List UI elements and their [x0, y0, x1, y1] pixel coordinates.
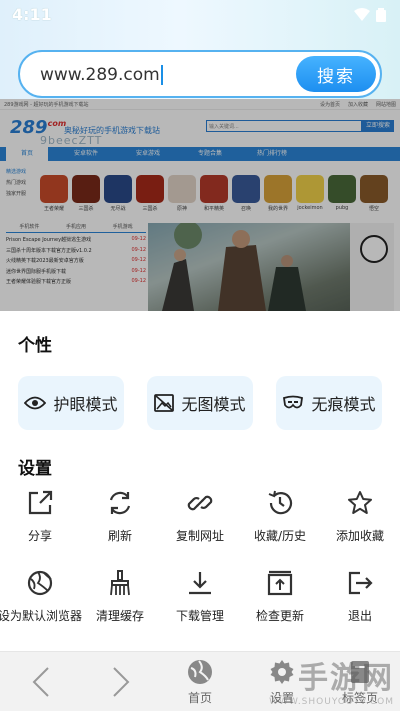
url-input[interactable]: www.289.com — [40, 65, 163, 85]
no-image-mode-button[interactable]: 无图模式 — [147, 376, 253, 430]
mode-label: 护眼模式 — [53, 395, 118, 414]
battery-icon — [376, 8, 386, 22]
clear-cache-button[interactable]: 清理缓存 — [80, 566, 160, 624]
broom-icon — [110, 570, 130, 596]
menu-sheet: 个性 护眼模式 无图模式 无痕模式 设置 分享 刷新 复制网址 收藏/历史 添加… — [0, 311, 400, 651]
link-icon — [187, 495, 213, 511]
upload-icon — [267, 570, 293, 596]
add-bookmark-button[interactable]: 添加收藏 — [320, 486, 400, 544]
incognito-mask-icon — [283, 395, 304, 409]
share-label: 分享 — [27, 529, 52, 543]
copy-url-button[interactable]: 复制网址 — [160, 486, 240, 544]
dim-overlay[interactable] — [0, 99, 400, 311]
star-icon — [348, 491, 372, 514]
section-title-settings: 设置 — [18, 459, 52, 479]
globe-icon — [27, 570, 53, 596]
status-bar: 4:11 — [0, 0, 400, 28]
search-button[interactable]: 搜索 — [296, 56, 376, 92]
text-cursor — [160, 65, 163, 85]
url-text: www.289.com — [40, 65, 160, 85]
incognito-mode-button[interactable]: 无痕模式 — [276, 376, 382, 430]
bookmarks-history-label: 收藏/历史 — [253, 529, 307, 543]
check-update-label: 检查更新 — [255, 609, 304, 623]
download-icon — [189, 572, 211, 595]
chevron-right-icon — [113, 667, 130, 697]
refresh-button[interactable]: 刷新 — [80, 486, 160, 544]
wifi-icon — [354, 8, 370, 21]
settings-row-2: 设为默认浏览器 清理缓存 下载管理 检查更新 退出 — [0, 566, 400, 624]
section-title-personal: 个性 — [18, 336, 52, 356]
check-update-button[interactable]: 检查更新 — [240, 566, 320, 624]
exit-label: 退出 — [347, 609, 372, 623]
home-globe-icon — [188, 659, 212, 684]
exit-icon — [348, 571, 373, 595]
set-default-browser-label: 设为默认浏览器 — [0, 609, 83, 623]
forward-button[interactable] — [106, 652, 136, 711]
status-icons — [354, 8, 386, 22]
no-image-icon — [154, 394, 175, 412]
download-manager-label: 下载管理 — [175, 609, 224, 623]
mode-label: 无痕模式 — [311, 395, 376, 414]
download-manager-button[interactable]: 下载管理 — [160, 566, 240, 624]
set-default-browser-button[interactable]: 设为默认浏览器 — [0, 566, 83, 624]
clear-cache-label: 清理缓存 — [95, 609, 144, 623]
mode-label: 无图模式 — [181, 395, 246, 414]
eye-protection-mode-button[interactable]: 护眼模式 — [18, 376, 124, 430]
settings-row-1: 分享 刷新 复制网址 收藏/历史 添加收藏 — [0, 486, 400, 544]
refresh-label: 刷新 — [107, 529, 132, 543]
back-button[interactable] — [26, 652, 56, 711]
copy-url-label: 复制网址 — [175, 529, 224, 543]
site-watermark: 手游网 WWW.SHOUYOUTV.COM — [269, 653, 394, 707]
eye-icon — [24, 396, 47, 410]
bookmarks-history-button[interactable]: 收藏/历史 — [240, 486, 320, 544]
home-label: 首页 — [187, 690, 212, 705]
share-icon — [28, 490, 53, 515]
history-icon — [268, 490, 293, 515]
share-button[interactable]: 分享 — [0, 486, 80, 544]
home-button[interactable]: 首页 — [180, 652, 220, 711]
watermark-title: 手游网 — [298, 661, 394, 696]
add-bookmark-label: 添加收藏 — [335, 529, 384, 543]
status-time: 4:11 — [12, 5, 52, 24]
address-bar[interactable]: www.289.com 搜索 — [18, 50, 382, 98]
chevron-left-icon — [32, 667, 49, 697]
exit-button[interactable]: 退出 — [320, 566, 400, 624]
refresh-icon — [109, 491, 131, 515]
bottom-nav: 首页 设置 标签页 手游网 WWW.SHOUYOUTV.COM — [0, 651, 400, 711]
watermark-url: WWW.SHOUYOUTV.COM — [269, 697, 394, 707]
